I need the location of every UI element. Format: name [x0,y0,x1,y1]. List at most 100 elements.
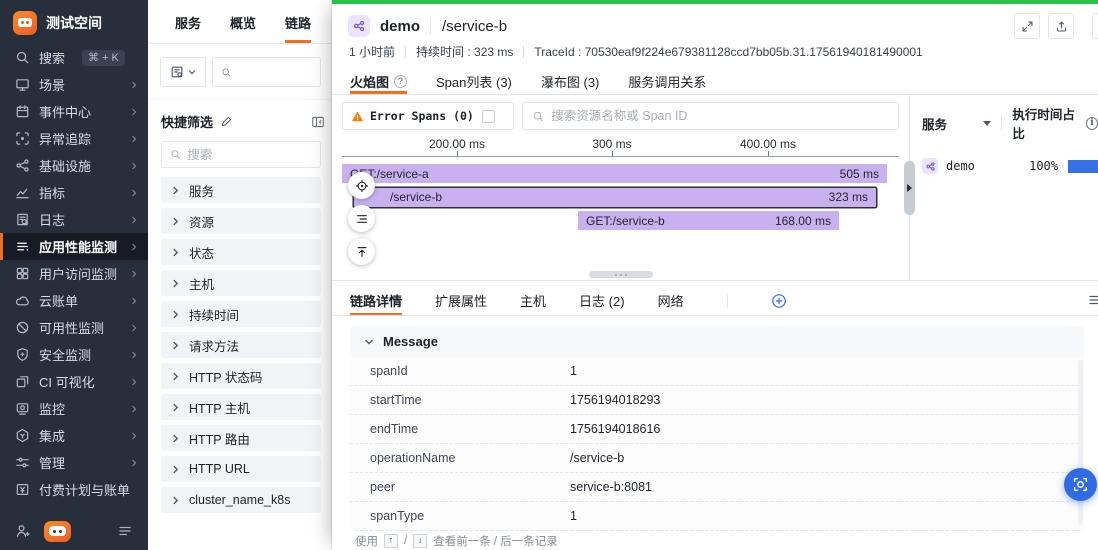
receipt-icon [14,482,30,498]
subtab-host[interactable]: 主机 [520,286,546,315]
scan-target-icon [1072,476,1089,493]
message-section-header[interactable]: Message [350,326,1084,357]
log-search-icon [14,212,30,228]
filter-group-service[interactable]: 服务 [161,177,321,203]
sidebar-item-infrastructure[interactable]: 基础设施 [0,152,148,179]
filter-group-host[interactable]: 主机 [161,270,321,296]
sidebar-item-ci[interactable]: CI 可视化 [0,368,148,395]
filter-group-status[interactable]: 状态 [161,239,321,265]
sidebar: 测试空间 搜索 ⌘ + K 场景 事件中心 异常追踪 基础设施 指标 日志 应用… [0,0,148,550]
saved-views-dropdown[interactable] [160,57,206,87]
cloud-icon [14,293,30,309]
sidebar-item-security[interactable]: 安全监测 [0,341,148,368]
subtab-logs[interactable]: 日志 (2) [579,286,625,315]
key-down-icon: ↓ [413,534,427,548]
tab-flame-graph[interactable]: 火焰图 ? [350,68,407,94]
assistant-robot-icon[interactable] [44,521,71,542]
sidebar-item-cloud-bill[interactable]: 云账单 [0,287,148,314]
layers-icon [14,374,30,390]
user-add-icon[interactable] [15,523,31,539]
chevron-right-icon [130,459,138,467]
drawer-operation-name: /service-b [430,18,507,35]
span-bar-service-a[interactable]: GET:/service-a 505 ms [342,164,887,183]
sidebar-item-management[interactable]: 管理 [0,449,148,476]
chevron-right-icon [130,162,138,170]
sidebar-item-metrics[interactable]: 指标 [0,179,148,206]
filter-group-duration[interactable]: 持续时间 [161,301,321,327]
filter-search-box[interactable] [212,57,321,87]
quick-filter-search-input[interactable] [187,148,312,162]
sidebar-item-availability[interactable]: 可用性监测 [0,314,148,341]
add-tab-icon[interactable] [771,293,787,309]
more-actions-icon[interactable] [1092,13,1098,39]
chevron-right-icon [171,248,180,257]
services-column-header[interactable]: 服务 [922,114,947,133]
locate-span-button[interactable] [348,172,375,199]
chevron-right-icon [130,270,138,278]
span-bar-service-b-child[interactable]: GET:/service-b 168.00 ms [578,211,839,230]
tab-traces[interactable]: 链路 [285,13,311,43]
sidebar-item-scene[interactable]: 场景 [0,71,148,98]
circle-slash-icon [14,320,30,336]
filter-group-http-status[interactable]: HTTP 状态码 [161,363,321,389]
filter-group-cluster-name[interactable]: cluster_name_k8s [161,487,321,513]
tick-label: 400.00 ms [740,137,796,151]
export-icon[interactable] [1048,13,1074,39]
filter-group-http-host[interactable]: HTTP 主机 [161,394,321,420]
sidebar-item-logs[interactable]: 日志 [0,206,148,233]
chevron-right-icon [171,403,180,412]
sidebar-item-event-center[interactable]: 事件中心 [0,98,148,125]
collapse-menu-icon[interactable] [117,523,133,539]
error-spans-checkbox[interactable] [482,110,495,123]
sidebar-item-search[interactable]: 搜索 ⌘ + K [0,44,148,71]
sidebar-item-monitoring[interactable]: 监控 [0,395,148,422]
tab-service-call-graph[interactable]: 服务调用关系 [628,68,706,94]
chevron-right-icon [130,405,138,413]
field-row-spantype: spanType1 [350,502,1084,531]
chevron-right-icon [171,341,180,350]
inspect-fab-button[interactable] [1064,468,1097,501]
tab-settings-icon[interactable] [1088,292,1098,308]
tick-label: 200.00 ms [429,137,485,151]
scroll-to-top-button[interactable] [348,238,375,265]
filter-tabs: 服务 概览 链路 [148,0,331,44]
service-row-demo[interactable]: demo 100% [922,158,1098,174]
tab-span-list[interactable]: Span列表 (3) [436,68,512,94]
list-tree-icon [355,212,369,226]
span-search-input[interactable] [551,109,889,123]
tab-services[interactable]: 服务 [175,13,201,43]
chevron-right-icon [171,217,180,226]
chevron-down-icon [188,68,196,76]
edit-pencil-icon[interactable] [220,115,233,128]
filter-group-http-url[interactable]: HTTP URL [161,456,321,482]
sidebar-item-rum[interactable]: 用户访问监测 [0,260,148,287]
chevron-right-icon [171,496,180,505]
toggle-tree-button[interactable] [348,205,375,232]
span-search-box[interactable] [522,102,899,130]
error-spans-filter[interactable]: Error Spans (0) [342,102,514,130]
tab-waterfall[interactable]: 瀑布图 (3) [541,68,600,94]
subtab-network[interactable]: 网络 [658,286,684,315]
sidebar-item-apm[interactable]: 应用性能监测 [0,233,148,260]
field-row-spanid: spanId1 [350,357,1084,386]
subtab-span-detail[interactable]: 链路详情 [350,286,402,315]
quick-filter-search-box[interactable] [161,141,321,168]
sidebar-item-integration[interactable]: 集成 [0,422,148,449]
collapse-panel-icon[interactable] [311,115,325,129]
tab-overview[interactable]: 概览 [230,13,256,43]
subtab-attributes[interactable]: 扩展属性 [435,286,487,315]
panel-expand-handle[interactable] [904,161,915,215]
arrow-to-top-icon [355,245,369,259]
filter-search-input[interactable] [238,63,312,81]
sidebar-item-billing[interactable]: 付费计划与账单 [0,476,148,503]
trace-detail-drawer: demo /service-b 1 小时前 持续时间 : 323 ms Trac… [332,0,1098,550]
filter-group-http-route[interactable]: HTTP 路由 [161,425,321,451]
sidebar-item-exception-trace[interactable]: 异常追踪 [0,125,148,152]
sort-caret-icon[interactable] [983,121,991,126]
filter-group-method[interactable]: 请求方法 [161,332,321,358]
resize-handle-horizontal[interactable] [589,271,653,278]
fullscreen-icon[interactable] [1014,13,1040,39]
quick-filter-title: 快捷筛选 [161,112,213,131]
span-bar-service-b[interactable]: /service-b 323 ms [354,188,876,207]
filter-group-resource[interactable]: 资源 [161,208,321,234]
